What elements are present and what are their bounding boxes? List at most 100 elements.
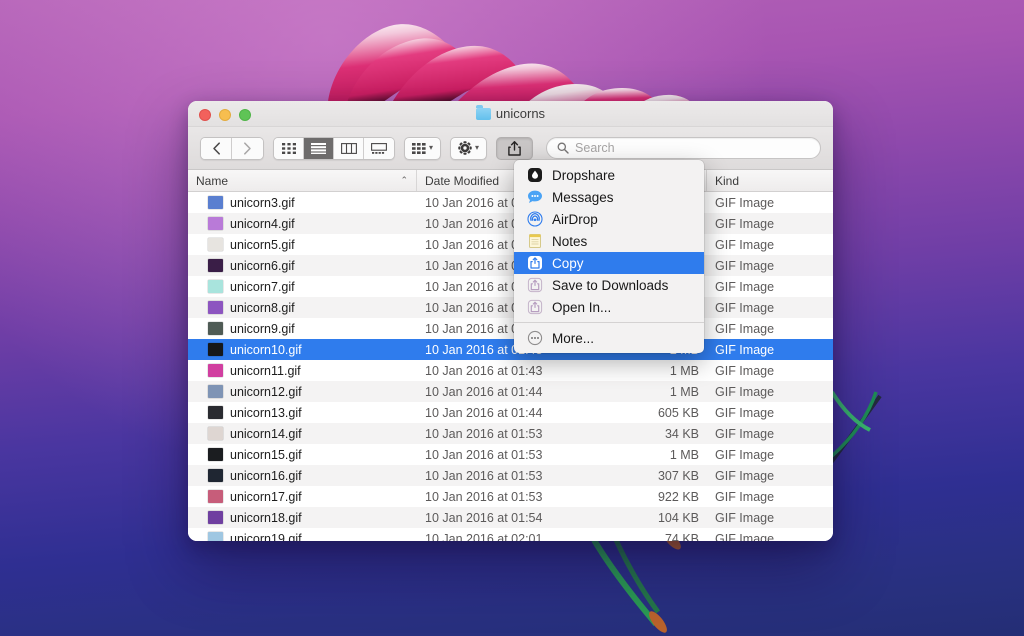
- file-name-cell: unicorn12.gif: [188, 381, 417, 402]
- file-name-cell: unicorn7.gif: [188, 276, 417, 297]
- file-name-cell: unicorn16.gif: [188, 465, 417, 486]
- open-in-icon: [526, 299, 543, 316]
- search-field[interactable]: Search: [546, 137, 821, 159]
- navigation-buttons: [200, 137, 264, 160]
- file-size-cell: 34 KB: [597, 423, 707, 444]
- icon-view-button[interactable]: [274, 138, 304, 159]
- table-row[interactable]: unicorn12.gif10 Jan 2016 at 01:441 MBGIF…: [188, 381, 833, 402]
- share-menu-item-save-to-downloads[interactable]: Save to Downloads: [514, 274, 704, 296]
- share-menu-item-more[interactable]: More...: [514, 327, 704, 349]
- file-thumbnail-icon: [208, 427, 223, 440]
- file-name-cell: unicorn11.gif: [188, 360, 417, 381]
- file-date-cell: 10 Jan 2016 at 01:43: [417, 360, 597, 381]
- share-menu-item-airdrop[interactable]: AirDrop: [514, 208, 704, 230]
- window-title: unicorns: [188, 106, 833, 121]
- file-date-cell: 10 Jan 2016 at 01:53: [417, 486, 597, 507]
- column-header-kind[interactable]: Kind: [707, 170, 833, 191]
- file-kind-cell: GIF Image: [707, 486, 833, 507]
- file-size-cell: 74 KB: [597, 528, 707, 541]
- share-menu-item-label: Dropshare: [552, 168, 615, 183]
- column-view-button[interactable]: [334, 138, 364, 159]
- chevron-right-icon: [243, 142, 252, 155]
- table-row[interactable]: unicorn15.gif10 Jan 2016 at 01:531 MBGIF…: [188, 444, 833, 465]
- file-kind-cell: GIF Image: [707, 192, 833, 213]
- share-menu-separator: [514, 322, 704, 323]
- file-name-cell: unicorn9.gif: [188, 318, 417, 339]
- table-row[interactable]: unicorn8.gif10 Jan 2016 at 01:431 MBGIF …: [188, 297, 833, 318]
- file-thumbnail-icon: [208, 385, 223, 398]
- column-header-name[interactable]: Name ⌃: [188, 170, 417, 191]
- share-menu-item-copy[interactable]: Copy: [514, 252, 704, 274]
- file-date-cell: 10 Jan 2016 at 02:01: [417, 528, 597, 541]
- file-date-cell: 10 Jan 2016 at 01:44: [417, 402, 597, 423]
- table-row[interactable]: unicorn17.gif10 Jan 2016 at 01:53922 KBG…: [188, 486, 833, 507]
- search-icon: [557, 142, 569, 154]
- table-row[interactable]: unicorn4.gif10 Jan 2016 at 01:422 MBGIF …: [188, 213, 833, 234]
- dropshare-icon: [526, 167, 543, 184]
- table-row[interactable]: unicorn7.gif10 Jan 2016 at 01:43783 KBGI…: [188, 276, 833, 297]
- column-header-kind-label: Kind: [715, 174, 739, 188]
- share-button[interactable]: [496, 137, 533, 160]
- file-kind-cell: GIF Image: [707, 318, 833, 339]
- file-thumbnail-icon: [208, 238, 223, 251]
- back-button[interactable]: [201, 138, 232, 159]
- file-kind-cell: GIF Image: [707, 339, 833, 360]
- share-menu-item-dropshare[interactable]: Dropshare: [514, 164, 704, 186]
- file-name-label: unicorn13.gif: [230, 406, 302, 420]
- file-kind-cell: GIF Image: [707, 234, 833, 255]
- more-icon: [526, 330, 543, 347]
- file-thumbnail-icon: [208, 406, 223, 419]
- table-row[interactable]: unicorn10.gif10 Jan 2016 at 01:432 MBGIF…: [188, 339, 833, 360]
- arrange-button[interactable]: ▾: [404, 137, 441, 160]
- file-date-cell: 10 Jan 2016 at 01:54: [417, 507, 597, 528]
- file-name-cell: unicorn4.gif: [188, 213, 417, 234]
- chevron-down-icon: ▾: [475, 144, 479, 152]
- file-thumbnail-icon: [208, 259, 223, 272]
- share-menu-popup[interactable]: Dropshare MessagesAirDropNotesCopySave to…: [514, 160, 704, 353]
- share-menu-item-notes[interactable]: Notes: [514, 230, 704, 252]
- gallery-view-button[interactable]: [364, 138, 394, 159]
- table-row[interactable]: unicorn18.gif10 Jan 2016 at 01:54104 KBG…: [188, 507, 833, 528]
- file-thumbnail-icon: [208, 469, 223, 482]
- share-menu-item-label: Open In...: [552, 300, 611, 315]
- table-row[interactable]: unicorn3.gif10 Jan 2016 at 01:421 MBGIF …: [188, 192, 833, 213]
- file-thumbnail-icon: [208, 217, 223, 230]
- table-row[interactable]: unicorn19.gif10 Jan 2016 at 02:0174 KBGI…: [188, 528, 833, 541]
- file-list[interactable]: unicorn3.gif10 Jan 2016 at 01:421 MBGIF …: [188, 192, 833, 541]
- file-thumbnail-icon: [208, 511, 223, 524]
- list-view-icon: [311, 143, 326, 154]
- search-placeholder: Search: [575, 141, 615, 155]
- file-name-label: unicorn11.gif: [230, 364, 301, 378]
- table-row[interactable]: unicorn9.gif10 Jan 2016 at 01:43409 KBGI…: [188, 318, 833, 339]
- chevron-down-icon: ▾: [429, 144, 433, 152]
- table-row[interactable]: unicorn16.gif10 Jan 2016 at 01:53307 KBG…: [188, 465, 833, 486]
- file-name-label: unicorn5.gif: [230, 238, 295, 252]
- action-menu-button[interactable]: ▾: [450, 137, 487, 160]
- share-menu-item-messages[interactable]: Messages: [514, 186, 704, 208]
- list-view-button[interactable]: [304, 138, 334, 159]
- table-row[interactable]: unicorn14.gif10 Jan 2016 at 01:5334 KBGI…: [188, 423, 833, 444]
- file-kind-cell: GIF Image: [707, 465, 833, 486]
- file-name-cell: unicorn19.gif: [188, 528, 417, 541]
- file-kind-cell: GIF Image: [707, 381, 833, 402]
- table-row[interactable]: unicorn5.gif10 Jan 2016 at 01:42538 KBGI…: [188, 234, 833, 255]
- file-size-cell: 307 KB: [597, 465, 707, 486]
- window-titlebar[interactable]: unicorns: [188, 101, 833, 127]
- table-row[interactable]: unicorn13.gif10 Jan 2016 at 01:44605 KBG…: [188, 402, 833, 423]
- forward-button[interactable]: [232, 138, 263, 159]
- file-kind-cell: GIF Image: [707, 507, 833, 528]
- finder-window[interactable]: unicorns: [188, 101, 833, 541]
- file-name-label: unicorn10.gif: [230, 343, 302, 357]
- file-kind-cell: GIF Image: [707, 423, 833, 444]
- table-row[interactable]: unicorn6.gif10 Jan 2016 at 01:431 MBGIF …: [188, 255, 833, 276]
- file-date-cell: 10 Jan 2016 at 01:44: [417, 381, 597, 402]
- table-row[interactable]: unicorn11.gif10 Jan 2016 at 01:431 MBGIF…: [188, 360, 833, 381]
- folder-icon: [476, 108, 491, 120]
- file-size-cell: 605 KB: [597, 402, 707, 423]
- share-menu-item-label: More...: [552, 331, 594, 346]
- file-thumbnail-icon: [208, 301, 223, 314]
- file-size-cell: 922 KB: [597, 486, 707, 507]
- chevron-left-icon: [212, 142, 221, 155]
- share-menu-item-open-in[interactable]: Open In...: [514, 296, 704, 318]
- airdrop-icon: [526, 211, 543, 228]
